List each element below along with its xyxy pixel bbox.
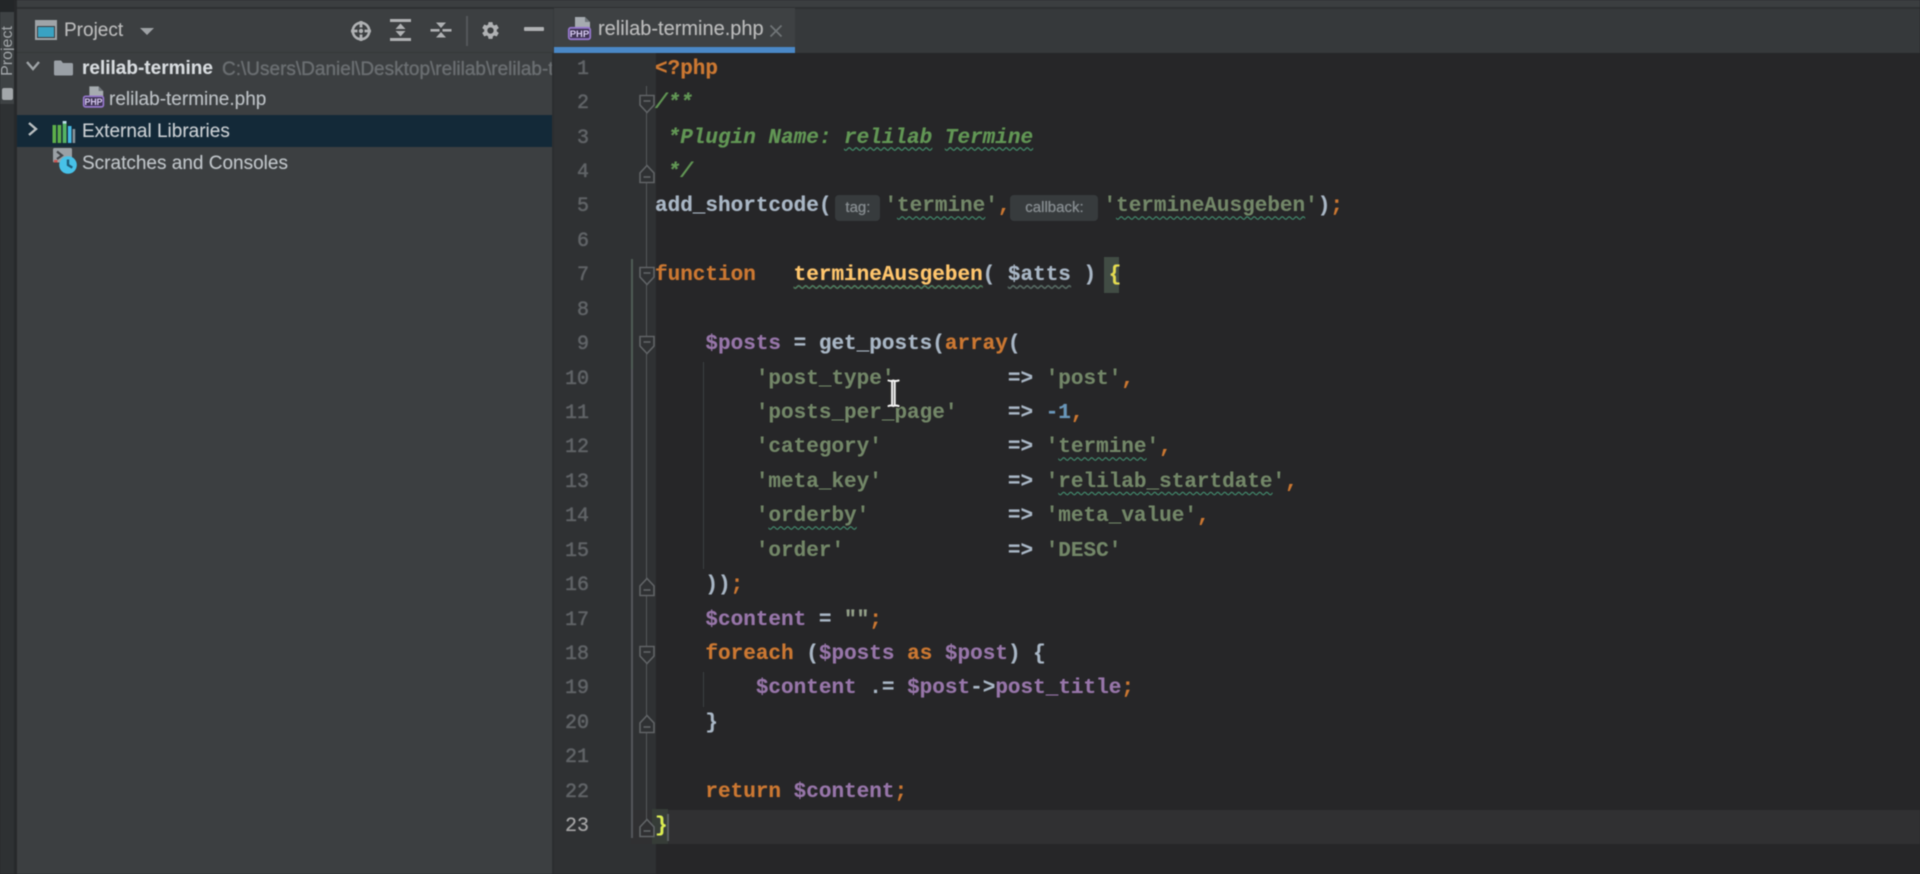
svg-text:PHP: PHP <box>570 29 590 40</box>
svg-text:PHP: PHP <box>85 97 103 107</box>
